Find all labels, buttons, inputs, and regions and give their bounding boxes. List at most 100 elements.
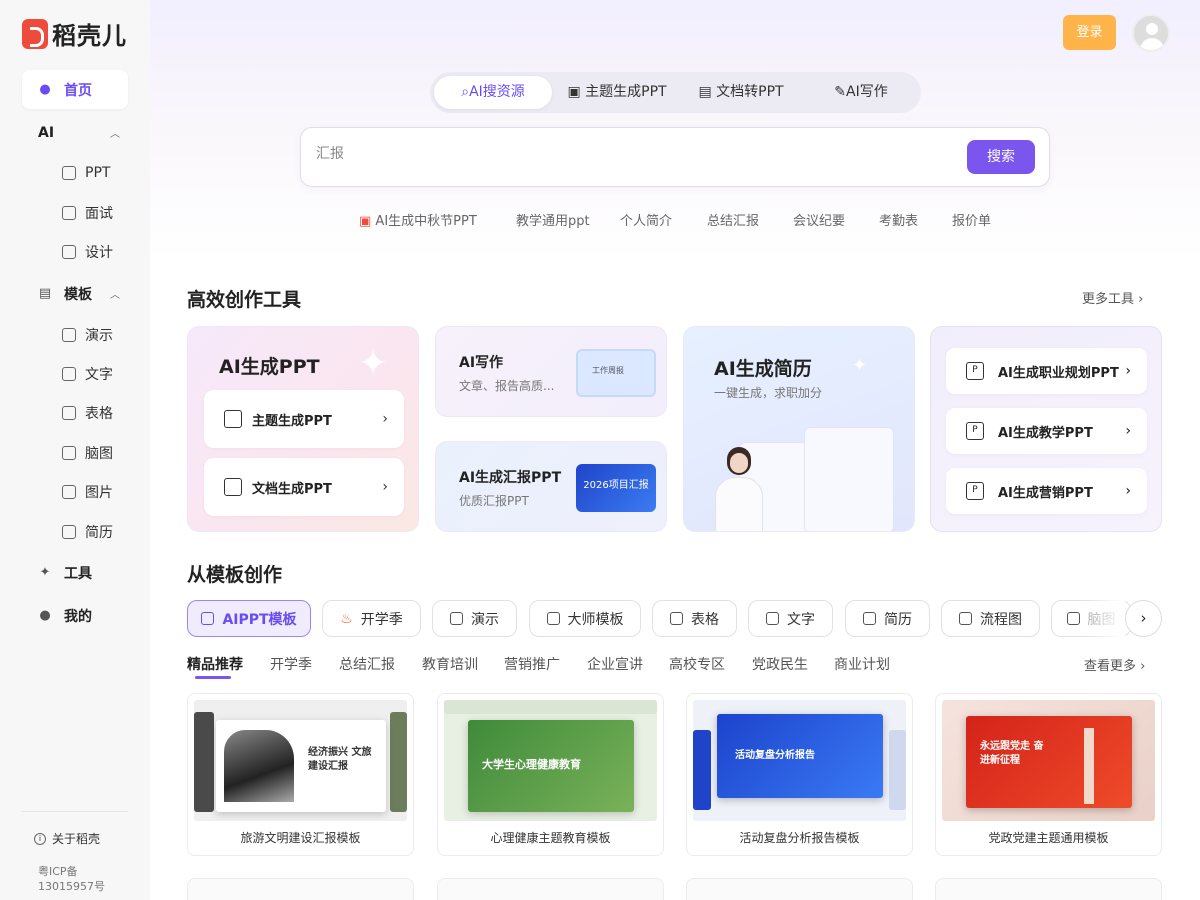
- template-card[interactable]: [935, 878, 1162, 900]
- career-ppt-button[interactable]: P AI生成职业规划PPT ›: [946, 348, 1147, 394]
- category-flowchart[interactable]: 流程图: [941, 600, 1040, 637]
- template-card[interactable]: [437, 878, 664, 900]
- section-title-templates: 从模板创作: [187, 564, 283, 586]
- tab-label: AI搜资源: [469, 84, 525, 100]
- section-title-tools: 高效创作工具: [187, 289, 302, 311]
- template-card[interactable]: 经济振兴 文旅建设汇报 旅游文明建设汇报模板: [187, 693, 414, 856]
- avatar[interactable]: [1132, 14, 1170, 52]
- ppt-icon: P: [966, 362, 984, 380]
- hot-keyword[interactable]: 总结汇报: [707, 210, 759, 229]
- slide-title: 经济振兴 文旅建设汇报: [308, 747, 372, 772]
- table-icon: [62, 406, 76, 420]
- template-thumbnail: 经济振兴 文旅建设汇报: [194, 700, 407, 821]
- tab-doc-to-ppt[interactable]: ▤ 文档转PPT: [682, 76, 800, 109]
- about-link[interactable]: i 关于稻壳: [34, 830, 100, 847]
- filter-tab[interactable]: 总结汇报: [339, 654, 395, 674]
- teaching-ppt-button[interactable]: P AI生成教学PPT ›: [946, 408, 1147, 454]
- word-icon: [62, 367, 76, 381]
- tab-ai-write[interactable]: ✎AI写作: [806, 76, 916, 109]
- ai-resume-card[interactable]: AI生成简历 一键生成，求职加分 ✦: [683, 326, 915, 532]
- filter-tab[interactable]: 高校专区: [669, 654, 725, 674]
- category-resume[interactable]: 简历: [845, 600, 930, 637]
- sidebar-item-mindmap[interactable]: 脑图: [62, 441, 113, 465]
- sidebar-item-ppt[interactable]: PPT: [62, 161, 110, 185]
- doc-ppt-button[interactable]: 文档生成PPT ›: [204, 458, 404, 516]
- sidebar-item-text[interactable]: 文字: [62, 362, 113, 386]
- topic-ppt-button[interactable]: 主题生成PPT ›: [204, 390, 404, 448]
- hot-keyword[interactable]: 考勤表: [879, 210, 918, 229]
- sidebar-item-label: PPT: [85, 165, 111, 181]
- search-input[interactable]: [316, 146, 916, 162]
- pen-icon: ✎: [834, 84, 846, 100]
- category-presentation[interactable]: 演示: [432, 600, 517, 637]
- sidebar-item-label: 简历: [85, 525, 113, 541]
- resume-icon: [62, 525, 76, 539]
- sidebar-group-template[interactable]: ▤ 模板 ︿: [22, 274, 128, 313]
- ai-ppt-list-card: P AI生成职业规划PPT › P AI生成教学PPT › P AI生成营销PPT ›: [930, 326, 1162, 532]
- sidebar-item-label: 脑图: [85, 446, 113, 462]
- sidebar-item-sheet[interactable]: 表格: [62, 401, 113, 425]
- filter-tab[interactable]: 企业宣讲: [587, 654, 643, 674]
- category-sheet[interactable]: 表格: [652, 600, 737, 637]
- filter-tab[interactable]: 精品推荐: [187, 654, 243, 674]
- template-card[interactable]: 永远跟党走 奋进新征程 党政党建主题通用模板: [935, 693, 1162, 856]
- template-card[interactable]: 活动复盘分析报告 活动复盘分析报告模板: [686, 693, 913, 856]
- marketing-ppt-button[interactable]: P AI生成营销PPT ›: [946, 468, 1147, 514]
- filter-tab[interactable]: 开学季: [270, 654, 312, 674]
- category-text[interactable]: 文字: [748, 600, 833, 637]
- login-button[interactable]: 登录: [1063, 15, 1116, 50]
- active-tab-underline: [195, 676, 231, 679]
- ai-report-card[interactable]: AI生成汇报PPT 优质汇报PPT 2026项目汇报: [435, 441, 667, 532]
- mindmap-icon: [62, 446, 76, 460]
- hot-keyword[interactable]: 会议纪要: [793, 210, 845, 229]
- template-card[interactable]: 大学生心理健康教育 心理健康主题教育模板: [437, 693, 664, 856]
- hot-keyword[interactable]: ▣ AI生成中秋节PPT: [359, 210, 477, 229]
- category-master[interactable]: 大师模板: [529, 600, 641, 637]
- sidebar-item-home[interactable]: ● 首页: [22, 70, 128, 109]
- category-aippt[interactable]: AIPPT模板: [187, 600, 311, 637]
- sidebar-item-image[interactable]: 图片: [62, 480, 113, 504]
- filter-tab[interactable]: 营销推广: [504, 654, 560, 674]
- sidebar-item-mine[interactable]: ● 我的: [22, 596, 128, 635]
- chevron-right-icon: ›: [1125, 483, 1131, 499]
- template-card[interactable]: [187, 878, 414, 900]
- slide-title: 活动复盘分析报告: [735, 750, 815, 761]
- logo-icon: [22, 18, 48, 49]
- sidebar-item-tools[interactable]: ✦ 工具: [22, 553, 128, 592]
- template-card[interactable]: [686, 878, 913, 900]
- tab-topic-ppt[interactable]: ▣ 主题生成PPT: [558, 76, 676, 109]
- category-school-season[interactable]: ♨ 开学季: [322, 600, 421, 637]
- hot-keyword[interactable]: 教学通用ppt: [516, 210, 590, 229]
- chevron-right-icon: ›: [1136, 659, 1146, 674]
- category-label: 流程图: [980, 611, 1022, 628]
- category-label: 表格: [691, 611, 719, 628]
- view-more-link[interactable]: 查看更多 ›: [1084, 655, 1145, 674]
- sidebar-item-design[interactable]: 设计: [62, 240, 113, 264]
- filter-tab[interactable]: 党政民生: [752, 654, 808, 674]
- button-label: AI生成教学PPT: [998, 425, 1093, 441]
- search-button[interactable]: 搜索: [967, 140, 1035, 174]
- chevron-up-icon: ︿: [110, 290, 120, 301]
- hot-keyword[interactable]: 个人简介: [620, 210, 672, 229]
- hot-keyword[interactable]: 报价单: [952, 210, 991, 229]
- filter-tab[interactable]: 商业计划: [834, 654, 890, 674]
- ai-write-card[interactable]: AI写作 文章、报告高质... 工作周报: [435, 326, 667, 417]
- template-thumbnail: 活动复盘分析报告: [693, 700, 906, 821]
- tab-ai-search[interactable]: ⌕AI搜资源: [434, 76, 552, 109]
- presentation-icon: [450, 612, 463, 625]
- sidebar-item-presentation[interactable]: 演示: [62, 323, 113, 347]
- card-title: AI生成汇报PPT: [459, 470, 562, 486]
- category-next-button[interactable]: ›: [1125, 600, 1162, 637]
- category-label: 大师模板: [567, 611, 624, 628]
- sidebar-item-resume[interactable]: 简历: [62, 520, 113, 544]
- more-tools-link[interactable]: 更多工具 ›: [1082, 288, 1143, 307]
- chevron-up-icon: ︿: [110, 129, 120, 140]
- presentation-icon: [62, 328, 76, 342]
- hot-keyword-label: AI生成中秋节PPT: [375, 214, 477, 229]
- brand-logo[interactable]: 稻壳儿: [22, 16, 127, 51]
- filter-tab[interactable]: 教育培训: [422, 654, 478, 674]
- sidebar-group-ai[interactable]: AI ︿: [22, 113, 128, 152]
- sidebar-item-interview[interactable]: 面试: [62, 201, 113, 225]
- card-title: AI生成PPT: [219, 356, 320, 378]
- aippt-icon: [201, 612, 215, 625]
